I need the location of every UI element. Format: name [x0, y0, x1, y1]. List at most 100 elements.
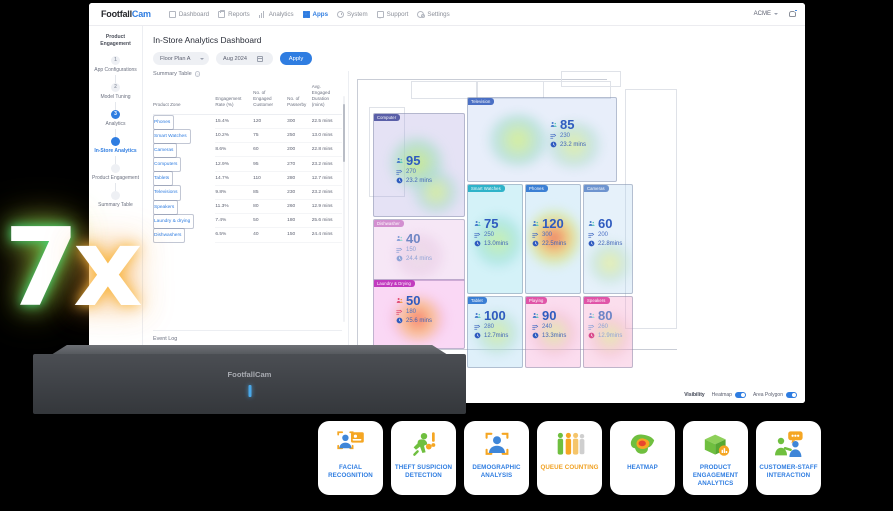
zone-tablet[interactable]: Tablet 100 280: [467, 296, 523, 368]
zone-speakers[interactable]: Speakers 80 260: [583, 296, 633, 368]
zone-duration-row: 24.4 mins: [396, 255, 432, 262]
table-row[interactable]: Computers 12.9% 95 270 23.2 mins: [153, 157, 342, 171]
nav-item-dashboard[interactable]: Dashboard: [169, 11, 209, 18]
account-menu[interactable]: ACME: [754, 11, 778, 17]
zone-engaged-row: 75: [474, 217, 508, 230]
zone-cameras[interactable]: Cameras 60 200: [583, 184, 633, 294]
feature-card-product-engagement-analytics[interactable]: PRODUCT ENGAGEMENT ANALYTICS: [683, 421, 748, 495]
heatmap-toggle-group[interactable]: Heatmap: [712, 392, 746, 398]
zone-stats: 90 240 13.3mins: [532, 309, 566, 339]
zone-television[interactable]: Television 85 230: [467, 97, 617, 182]
sidebar-step-analytics[interactable]: 3 Analytics: [89, 110, 142, 129]
clock-icon: [474, 332, 481, 339]
sidebar-step-model-tuning[interactable]: 2 Model Tuning: [89, 83, 142, 102]
sidebar-item-product-engagement[interactable]: Product Engagement: [89, 164, 142, 183]
step-badge-2: 2: [111, 83, 120, 92]
zone-engaged-value: 100: [484, 309, 506, 322]
period-value: Aug 2024: [223, 56, 247, 62]
feature-label: THEFT SUSPICION DETECTION: [391, 464, 456, 480]
footfallcam-device: FootfallCam: [33, 345, 466, 417]
cell-rate: 9.8%: [215, 185, 253, 199]
cell-zone: Cameras: [153, 143, 177, 158]
clock-icon: [474, 240, 481, 247]
feature-card-demographic-analysis[interactable]: DEMOGRAPHIC ANALYSIS: [464, 421, 529, 495]
zone-engaged-value: 120: [542, 217, 564, 230]
feature-label: FACIAL RECOGNITION: [318, 464, 383, 480]
feature-card-theft-suspicion-detection[interactable]: THEFT SUSPICION DETECTION: [391, 421, 456, 495]
nav-item-reports[interactable]: Reports: [218, 11, 250, 18]
clock-icon: [532, 332, 539, 339]
feature-label: HEATMAP: [624, 464, 661, 472]
clock-icon: [532, 240, 539, 247]
zone-dishwasher[interactable]: Dishwasher 40 150: [373, 219, 465, 281]
cell-rate: 11.3%: [215, 200, 253, 214]
zone-engaged-row: 95: [396, 154, 432, 167]
help-icon[interactable]: ?: [195, 71, 201, 77]
feature-card-facial-recognition[interactable]: FACIAL RECOGNITION: [318, 421, 383, 495]
cell-passerby: 180: [287, 214, 312, 228]
zone-tag: Tablet: [468, 297, 487, 304]
th-engaged-customer: No. of Engaged Customer: [253, 82, 287, 114]
zone-passerby-value: 280: [484, 324, 494, 330]
area-polygon-toggle-group[interactable]: Area Polygon: [753, 392, 797, 398]
people-icon: [550, 121, 557, 128]
people-icon: [474, 312, 481, 319]
people-icon: [588, 312, 595, 319]
passerby-arrow-icon: [532, 324, 539, 331]
feature-card-queue-counting[interactable]: QUEUE COUNTING: [537, 421, 602, 495]
feature-card-heatmap[interactable]: HEATMAP: [610, 421, 675, 495]
nav-label-support: Support: [387, 11, 409, 18]
zone-engaged-value: 85: [560, 118, 574, 131]
nav-item-support[interactable]: Support: [377, 11, 409, 18]
cell-engaged: 50: [253, 214, 287, 228]
heatmap-toggle[interactable]: [735, 392, 746, 398]
zone-passerby-row: 230: [550, 133, 586, 140]
feature-card-customer-staff-interaction[interactable]: CUSTOMER-STAFF INTERACTION: [756, 421, 821, 495]
cell-rate: 15.4%: [215, 114, 253, 128]
zone-smart-watches[interactable]: Smart Watches 75 250: [467, 184, 523, 294]
area-polygon-toggle[interactable]: [786, 392, 797, 398]
passerby-arrow-icon: [474, 324, 481, 331]
zone-laundry-drying[interactable]: Laundry & Drying 50 180: [373, 279, 465, 349]
table-row[interactable]: Laundry & drying 7.4% 50 180 25.6 mins: [153, 214, 342, 228]
table-row[interactable]: Smart Watches 10.2% 75 250 13.0 mins: [153, 129, 342, 143]
cell-rate: 6.5%: [215, 228, 253, 242]
table-row[interactable]: Cameras 8.6% 60 200 22.8 mins: [153, 143, 342, 157]
zone-tag: Speakers: [584, 297, 610, 304]
sidebar-step-app-configurations[interactable]: 1 App Configurations: [89, 56, 142, 75]
cell-rate: 7.4%: [215, 214, 253, 228]
passerby-arrow-icon: [474, 232, 481, 239]
zone-duration-row: 23.2 mins: [396, 177, 432, 184]
zone-engaged-row: 50: [396, 294, 432, 307]
table-row[interactable]: Speakers 11.3% 80 260 12.9 mins: [153, 200, 342, 214]
table-row[interactable]: Phones 15.4% 120 300 22.5 mins: [153, 114, 342, 128]
apply-button[interactable]: Apply: [280, 52, 312, 65]
cell-engaged: 95: [253, 157, 287, 171]
cell-passerby: 150: [287, 228, 312, 242]
zone-tag: Dishwasher: [374, 220, 404, 227]
table-row[interactable]: Televisions 9.8% 85 230 23.2 mins: [153, 185, 342, 199]
table-row[interactable]: Tablets 14.7% 110 280 12.7 mins: [153, 171, 342, 185]
nav-item-system[interactable]: System: [337, 11, 368, 18]
passerby-arrow-icon: [532, 232, 539, 239]
floor-plan-select[interactable]: Floor Plan A: [153, 52, 209, 65]
passerby-arrow-icon: [396, 309, 403, 316]
people-icon: [396, 297, 403, 304]
notification-bell-icon[interactable]: [788, 10, 797, 19]
table-row[interactable]: Dishwashers 6.5% 40 150 24.4 mins: [153, 228, 342, 242]
zone-engaged-value: 95: [406, 154, 420, 167]
summary-table-header: Summary Table ?: [143, 71, 348, 82]
zone-phones[interactable]: Phones 120 300: [525, 184, 581, 294]
nav-item-settings[interactable]: Settings: [417, 11, 449, 18]
sidebar-item-in-store-analytics[interactable]: In-Store Analytics: [89, 137, 142, 156]
demographic-analysis-icon: [481, 430, 513, 460]
zone-computer[interactable]: Computer 95 270: [373, 113, 465, 217]
nav-item-apps[interactable]: Apps: [303, 11, 328, 18]
period-datepicker[interactable]: Aug 2024: [216, 52, 273, 65]
zone-playing[interactable]: Playing 90 240: [525, 296, 581, 368]
clock-icon: [588, 332, 595, 339]
nav-item-analytics[interactable]: Analytics: [259, 11, 294, 18]
floor-plan-value: Floor Plan A: [160, 56, 190, 62]
th-product-zone: Product Zone: [153, 82, 215, 114]
table-scrollbar-thumb[interactable]: [343, 104, 345, 162]
